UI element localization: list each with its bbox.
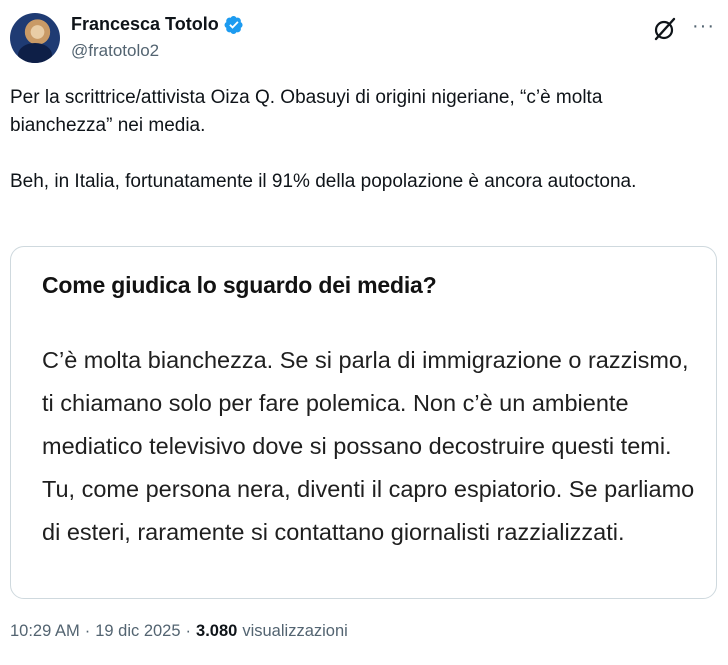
- verified-badge-icon: [224, 15, 243, 34]
- tweet-text: Per la scrittrice/attivista Oiza Q. Obas…: [10, 84, 710, 196]
- meta-separator: ·: [84, 622, 91, 640]
- author-handle[interactable]: @fratotolo2: [71, 41, 159, 61]
- more-icon[interactable]: ···: [692, 16, 718, 40]
- tweet-paragraph-2: Beh, in Italia, fortunatamente il 91% de…: [10, 171, 637, 192]
- avatar[interactable]: [10, 13, 60, 63]
- tweet-time[interactable]: 10:29 AM: [10, 622, 80, 641]
- grok-icon[interactable]: [652, 16, 678, 42]
- media-body: C’è molta bianchezza. Se si parla di imm…: [42, 347, 695, 545]
- tweet-meta: 10:29 AM · 19 dic 2025 · 3.080 visualizz…: [10, 622, 348, 641]
- tweet-date[interactable]: 19 dic 2025: [95, 622, 180, 641]
- author-display-name[interactable]: Francesca Totolo: [71, 14, 219, 35]
- media-title: Come giudica lo sguardo dei media?: [42, 272, 437, 298]
- tweet-media-image[interactable]: Come giudica lo sguardo dei media? C’è m…: [10, 246, 717, 599]
- views-count: 3.080: [196, 622, 238, 640]
- tweet-header: Francesca Totolo @fratotolo2 ···: [10, 10, 718, 66]
- tweet-paragraph-1: Per la scrittrice/attivista Oiza Q. Obas…: [10, 87, 603, 136]
- author-name-row[interactable]: Francesca Totolo: [71, 14, 244, 35]
- meta-separator: ·: [185, 622, 192, 640]
- views-label: visualizzazioni: [242, 622, 348, 640]
